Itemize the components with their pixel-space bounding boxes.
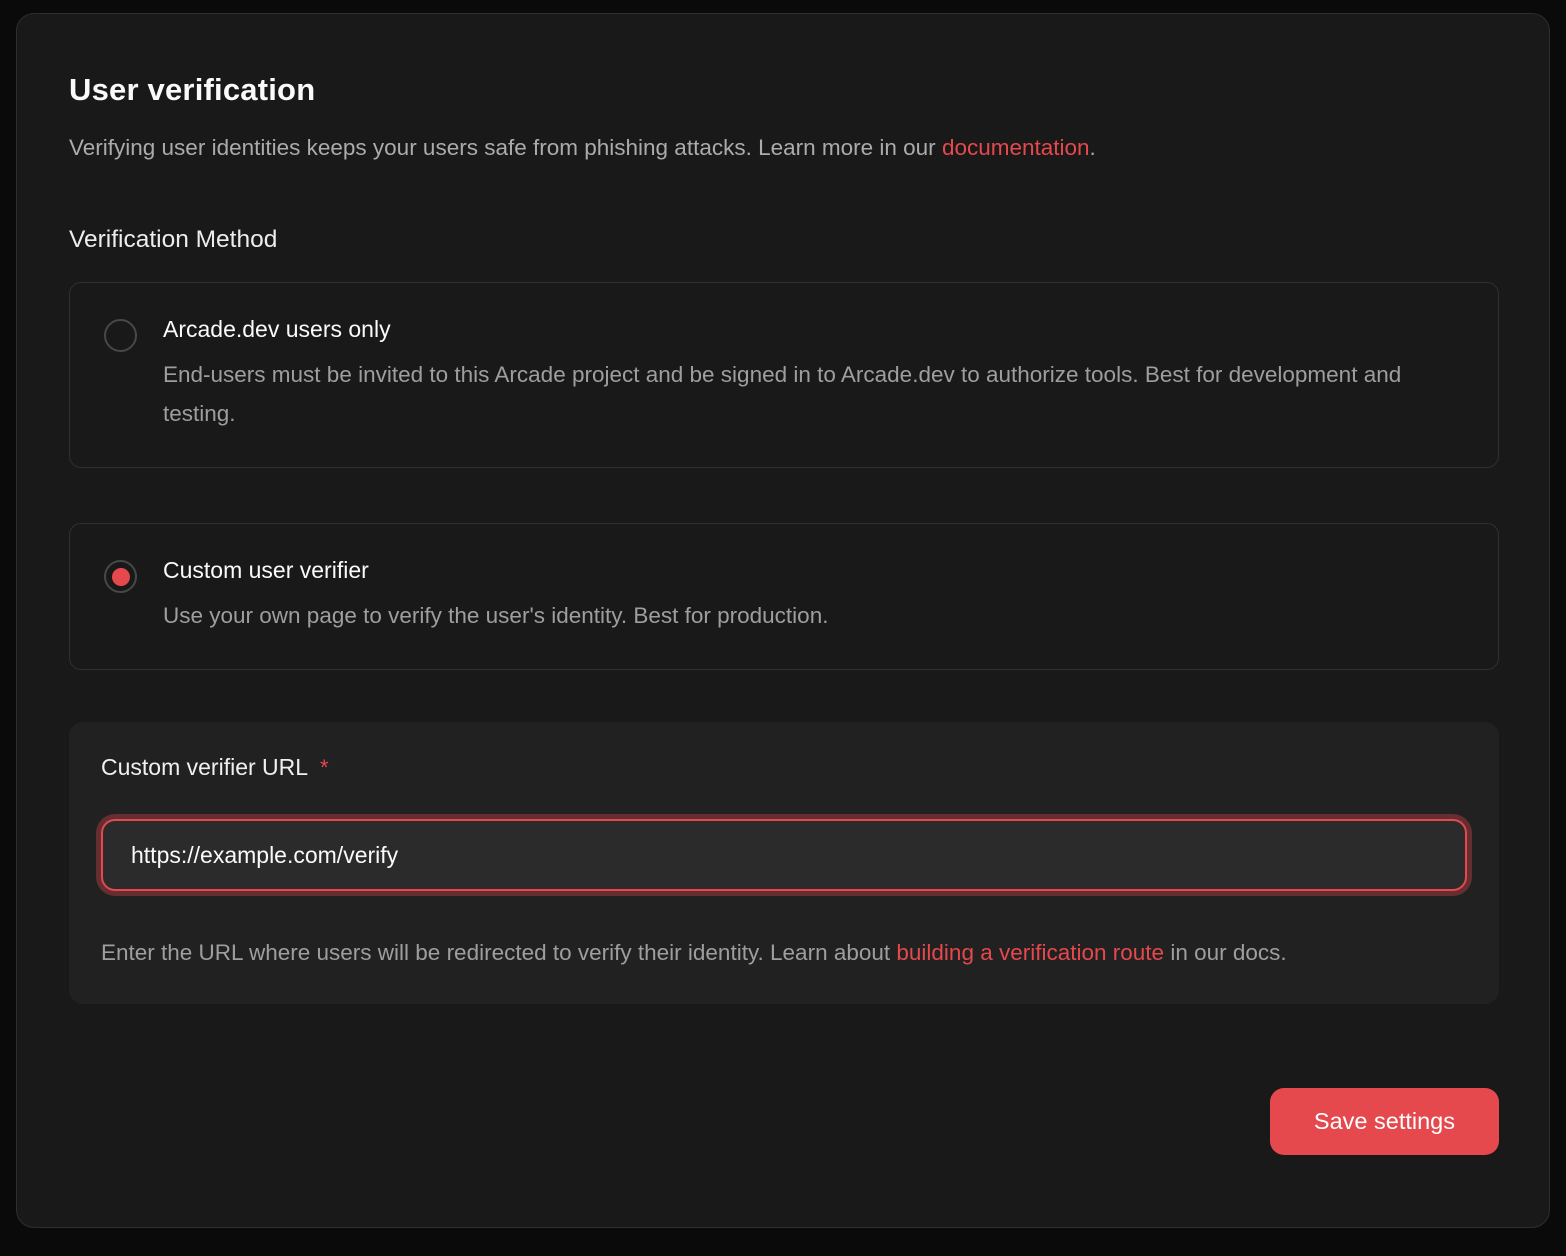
page-subtitle: Verifying user identities keeps your use… xyxy=(69,132,1499,164)
required-asterisk: * xyxy=(320,755,329,781)
custom-verifier-url-label: Custom verifier URL xyxy=(101,754,308,781)
verification-route-link[interactable]: building a verification route xyxy=(896,940,1164,965)
radio-dot xyxy=(112,568,130,586)
page-subtitle-text: Verifying user identities keeps your use… xyxy=(69,135,942,160)
footer-row: Save settings xyxy=(69,1088,1499,1155)
option-description: Use your own page to verify the user's i… xyxy=(163,596,828,635)
custom-verifier-url-input[interactable] xyxy=(101,819,1467,891)
custom-verifier-url-panel: Custom verifier URL * Enter the URL wher… xyxy=(69,722,1499,1004)
verification-method-heading: Verification Method xyxy=(69,226,1499,254)
option-text: Arcade.dev users only End-users must be … xyxy=(163,313,1464,433)
radio-unselected-icon[interactable] xyxy=(104,319,137,352)
helper-text-before: Enter the URL where users will be redire… xyxy=(101,940,896,965)
url-helper-text: Enter the URL where users will be redire… xyxy=(101,933,1461,972)
option-custom-user-verifier[interactable]: Custom user verifier Use your own page t… xyxy=(69,523,1499,670)
option-description: End-users must be invited to this Arcade… xyxy=(163,355,1464,433)
option-label: Arcade.dev users only xyxy=(163,313,1464,346)
field-label-row: Custom verifier URL * xyxy=(101,754,1467,781)
option-label: Custom user verifier xyxy=(163,554,828,587)
documentation-link[interactable]: documentation xyxy=(942,135,1090,160)
option-arcade-users-only[interactable]: Arcade.dev users only End-users must be … xyxy=(69,282,1499,468)
page-subtitle-period: . xyxy=(1090,135,1096,160)
helper-text-after: in our docs. xyxy=(1164,940,1287,965)
save-settings-button[interactable]: Save settings xyxy=(1270,1088,1499,1155)
option-text: Custom user verifier Use your own page t… xyxy=(163,554,828,635)
radio-selected-icon[interactable] xyxy=(104,560,137,593)
page-title: User verification xyxy=(69,72,1499,108)
user-verification-card: User verification Verifying user identit… xyxy=(16,13,1550,1228)
